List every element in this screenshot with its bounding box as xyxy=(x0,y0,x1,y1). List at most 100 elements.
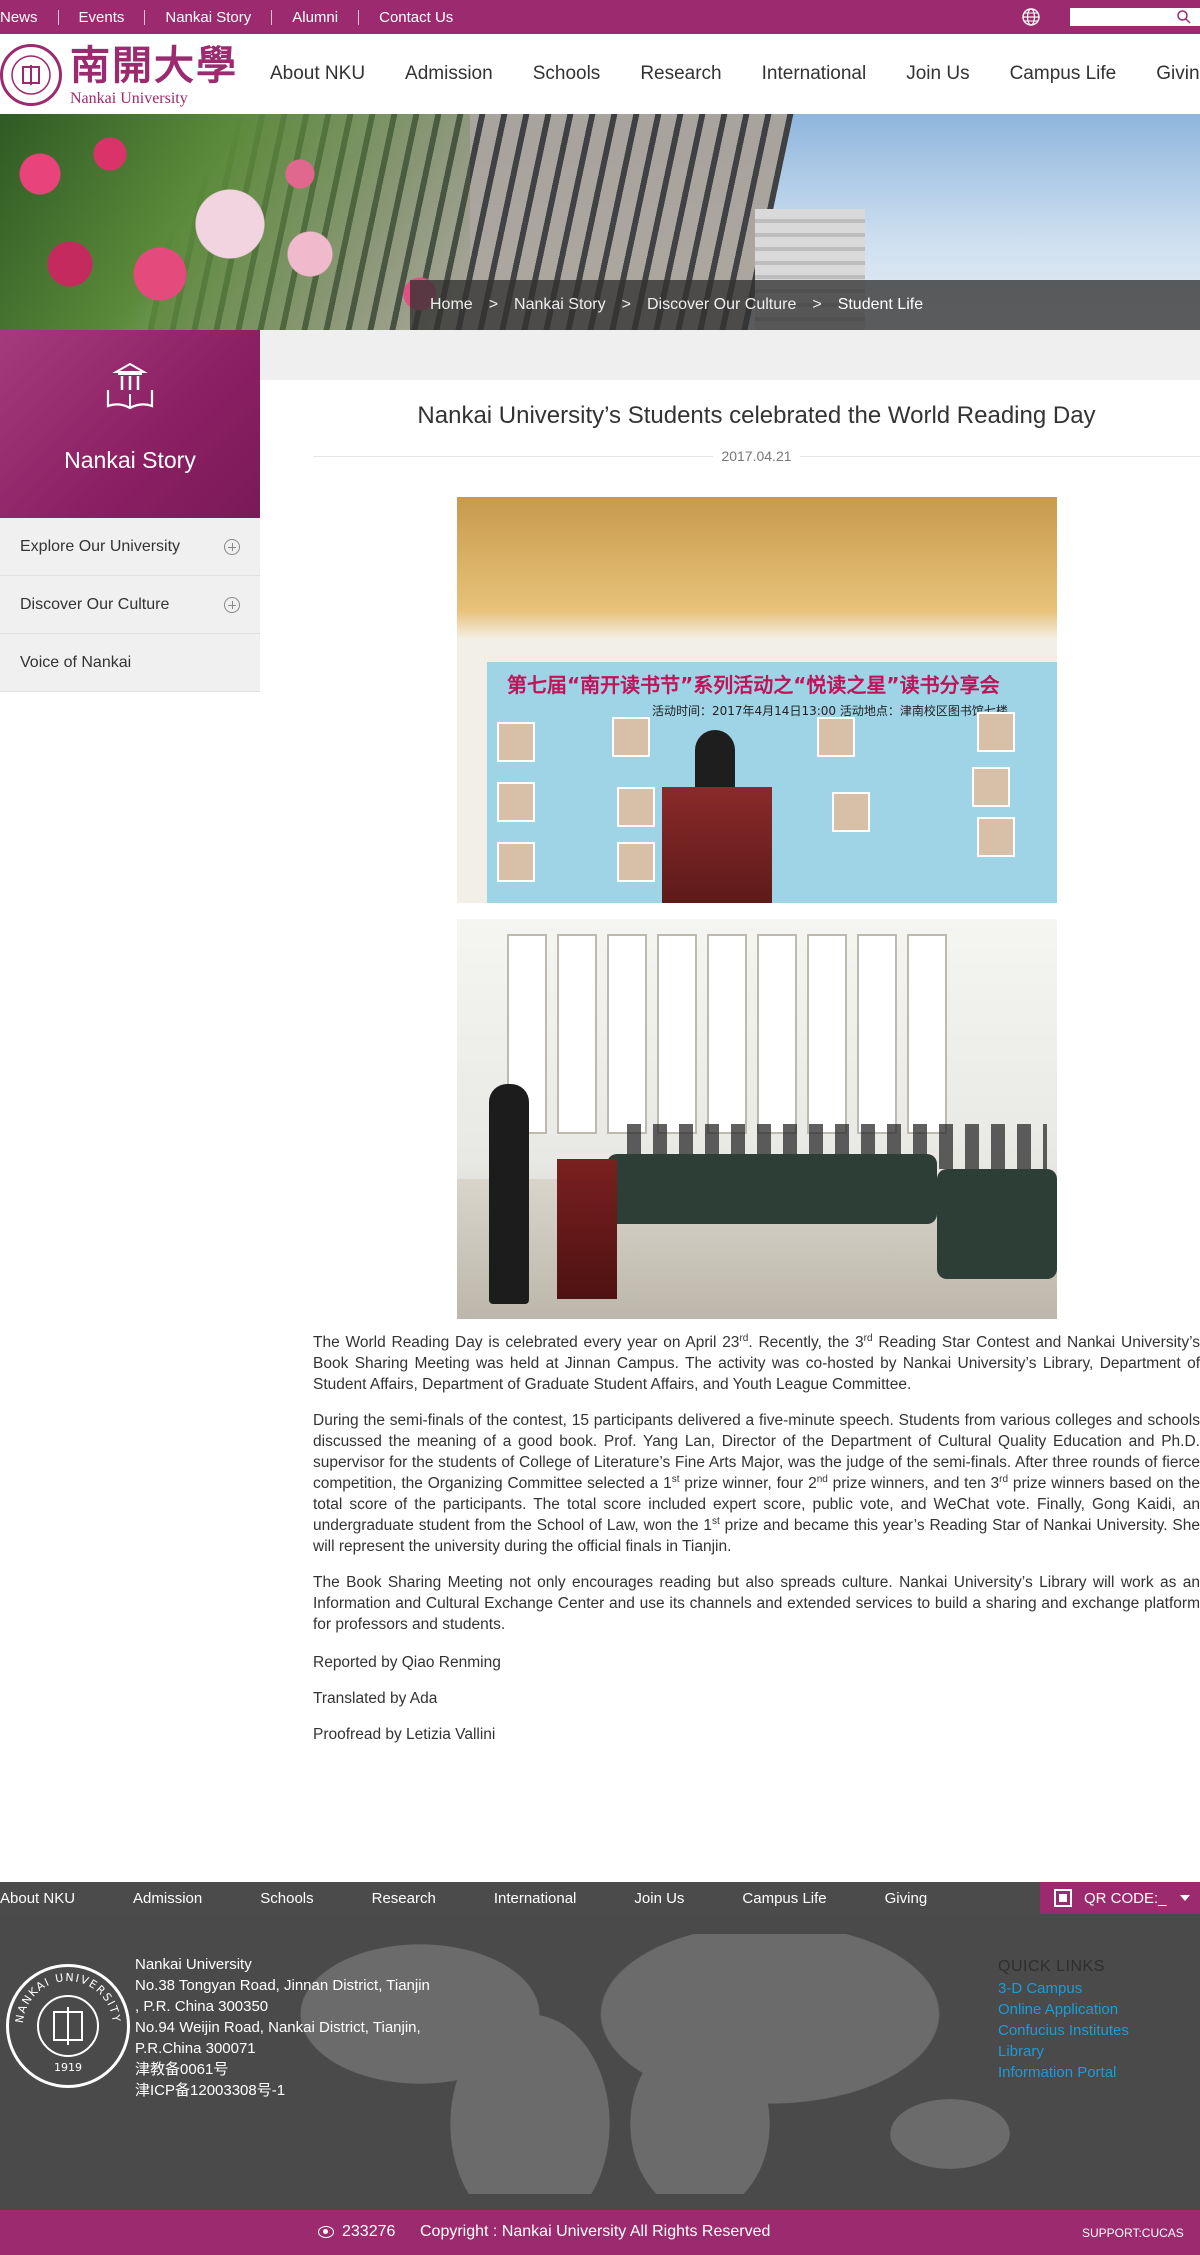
credit-reported-by: Reported by Qiao Renming xyxy=(313,1654,501,1671)
podium xyxy=(557,1159,617,1299)
hall-window xyxy=(757,934,797,1134)
qr-code-label: QR CODE:_ xyxy=(1084,1889,1167,1907)
search-icon[interactable] xyxy=(1176,9,1192,25)
article-paragraph: During the semi-finals of the contest, 1… xyxy=(313,1412,1200,1555)
backdrop-portrait xyxy=(497,782,535,822)
article-title: Nankai University’s Students celebrated … xyxy=(417,402,1096,429)
breadcrumb-home[interactable]: Home xyxy=(430,296,473,314)
credit-proofread-by: Proofread by Letizia Vallini xyxy=(313,1726,496,1743)
sidebar-item-discover-our-culture[interactable]: Discover Our Culture xyxy=(0,576,260,634)
credit-translated-by: Translated by Ada xyxy=(313,1690,438,1707)
article-photo-reading-star-speaker: 第七届“南开读书节”系列活动之“悦读之星”读书分享会 活动时间：2017年4月1… xyxy=(457,497,1057,903)
nav-research[interactable]: Research xyxy=(640,63,721,85)
logo-chinese-name[interactable]: 南開大學 xyxy=(70,44,238,88)
backdrop-portrait xyxy=(832,792,870,832)
footer-nav-research[interactable]: Research xyxy=(372,1890,436,1907)
footer-nav-admission[interactable]: Admission xyxy=(133,1890,202,1907)
footer-navigation: About NKU Admission Schools Research Int… xyxy=(0,1882,1200,1914)
backdrop-portrait xyxy=(497,722,535,762)
hall-window xyxy=(857,934,897,1134)
hall-sofa xyxy=(607,1154,937,1224)
address-line: Nankai University xyxy=(135,1956,252,1973)
utility-link-nankai-story[interactable]: Nankai Story xyxy=(145,9,273,25)
utility-link-alumni[interactable]: Alumni xyxy=(272,9,360,25)
article-paragraph: The Book Sharing Meeting not only encour… xyxy=(313,1574,1200,1633)
top-utility-bar: News Events Nankai Story Alumni Contact … xyxy=(0,0,1200,34)
address-line: P.R.China 300071 xyxy=(135,2040,256,2057)
breadcrumb-current: Student Life xyxy=(837,296,924,313)
footer-nav-international[interactable]: International xyxy=(494,1890,577,1907)
sidebar-header: Nankai Story xyxy=(0,330,260,518)
university-seal-logo[interactable] xyxy=(0,44,62,106)
nav-schools[interactable]: Schools xyxy=(533,63,601,85)
article-date-text: 2017.04.21 xyxy=(713,448,800,464)
utility-link-contact-us[interactable]: Contact Us xyxy=(359,10,473,25)
article-body: The World Reading Day is celebrated ever… xyxy=(313,1332,1200,1650)
backdrop-portrait xyxy=(972,767,1010,807)
quick-link-online-application[interactable]: Online Application xyxy=(998,1999,1129,2020)
quick-link-information-portal[interactable]: Information Portal xyxy=(998,2062,1129,2083)
hall-sofa xyxy=(937,1169,1057,1279)
logo-english-name[interactable]: Nankai University xyxy=(70,90,188,108)
quick-link-library[interactable]: Library xyxy=(998,2041,1129,2062)
site-footer: NANKAI UNIVERSITY 1919 Nankai University… xyxy=(0,1914,1200,2210)
main-navigation: About NKU Admission Schools Research Int… xyxy=(270,34,1200,114)
hall-window xyxy=(657,934,697,1134)
sidebar-title: Nankai Story xyxy=(64,447,196,473)
banner-flowers xyxy=(0,114,470,330)
nav-about-nku[interactable]: About NKU xyxy=(270,63,365,85)
breadcrumb-nankai-story[interactable]: Nankai Story xyxy=(514,296,606,314)
hall-window xyxy=(807,934,847,1134)
article-date: 2017.04.21 xyxy=(313,448,1200,464)
footer-address: Nankai University No.38 Tongyan Road, Ji… xyxy=(135,1954,465,2101)
expand-plus-icon[interactable] xyxy=(224,539,240,555)
backdrop-portrait xyxy=(497,842,535,882)
footer-nav-join-us[interactable]: Join Us xyxy=(634,1890,684,1907)
footer-nav-campus-life[interactable]: Campus Life xyxy=(742,1890,826,1907)
podium xyxy=(662,787,772,903)
globe-icon[interactable] xyxy=(1021,7,1041,27)
backdrop-portrait xyxy=(617,787,655,827)
quick-links: QUICK LINKS 3-D Campus Online Applicatio… xyxy=(998,1958,1129,2083)
qr-code-button[interactable]: QR CODE:_ xyxy=(1040,1882,1200,1914)
nav-join-us[interactable]: Join Us xyxy=(906,63,969,85)
article-photo-audience-hall xyxy=(457,919,1057,1319)
backdrop-portrait xyxy=(817,717,855,757)
sidebar-item-label: Voice of Nankai xyxy=(20,653,132,671)
visit-counter: 233276 xyxy=(342,2223,396,2240)
copyright-text: Copyright : Nankai University All Rights… xyxy=(420,2223,771,2240)
copyright-bar: 233276 Copyright : Nankai University All… xyxy=(0,2210,1200,2255)
seal-emblem-icon xyxy=(11,55,51,95)
svg-text:1919: 1919 xyxy=(54,2061,82,2074)
utility-link-events[interactable]: Events xyxy=(59,9,146,25)
expand-plus-icon[interactable] xyxy=(224,597,240,613)
support-credit[interactable]: SUPPORT:CUCAS xyxy=(1082,2226,1184,2240)
sidebar-item-voice-of-nankai[interactable]: Voice of Nankai xyxy=(0,634,260,692)
breadcrumb-separator: > xyxy=(812,296,822,313)
sidebar-item-explore-our-university[interactable]: Explore Our University xyxy=(0,518,260,576)
nav-campus-life[interactable]: Campus Life xyxy=(1010,63,1117,85)
backdrop-portrait xyxy=(617,842,655,882)
footer-nav-about-nku[interactable]: About NKU xyxy=(0,1890,75,1907)
sidebar-menu: Explore Our University Discover Our Cult… xyxy=(0,518,260,692)
nav-international[interactable]: International xyxy=(762,63,867,85)
qr-code-icon xyxy=(1054,1889,1072,1907)
chevron-down-icon xyxy=(1180,1895,1190,1901)
speaker-figure xyxy=(489,1084,529,1304)
breadcrumb-separator: > xyxy=(488,296,499,313)
site-header: 南開大學 Nankai University About NKU Admissi… xyxy=(0,34,1200,114)
footer-nav-schools[interactable]: Schools xyxy=(260,1890,313,1907)
utility-link-news[interactable]: News xyxy=(0,9,59,25)
content-top-strip xyxy=(260,330,1200,380)
library-book-icon xyxy=(106,362,154,410)
breadcrumb-discover-our-culture[interactable]: Discover Our Culture xyxy=(647,296,796,314)
address-line: , P.R. China 300350 xyxy=(135,1998,269,2015)
quick-link-3d-campus[interactable]: 3-D Campus xyxy=(998,1978,1129,1999)
nav-giving[interactable]: Giving xyxy=(1156,63,1200,85)
hall-window xyxy=(907,934,947,1134)
seal-emblem-icon: NANKAI UNIVERSITY 1919 xyxy=(13,1971,122,2074)
nav-admission[interactable]: Admission xyxy=(405,63,493,85)
quick-link-confucius-institutes[interactable]: Confucius Institutes xyxy=(998,2020,1129,2041)
footer-nav-giving[interactable]: Giving xyxy=(885,1890,928,1907)
article-paragraph: The World Reading Day is celebrated ever… xyxy=(313,1332,1200,1393)
